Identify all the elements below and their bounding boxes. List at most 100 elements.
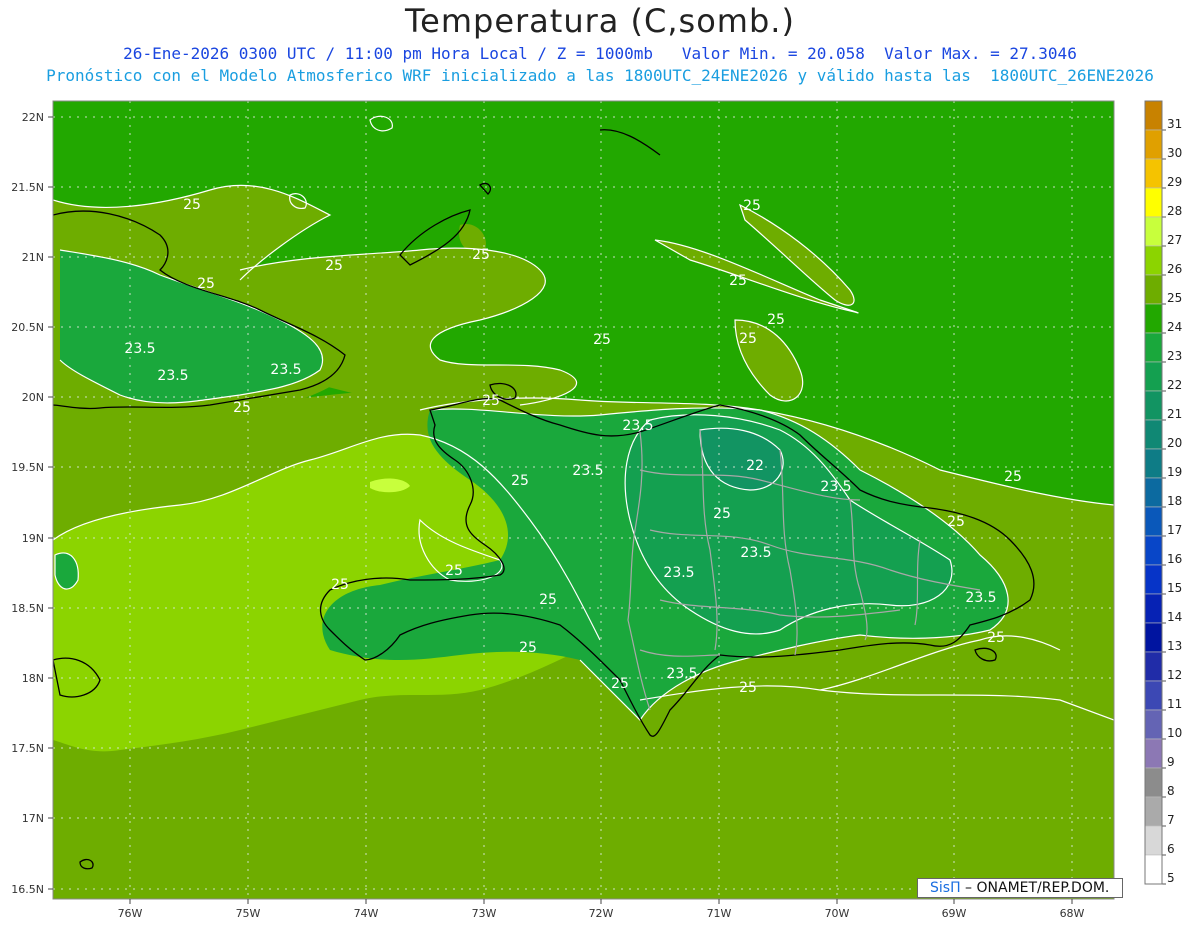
contour-label: 23.5 xyxy=(740,545,771,561)
legend-swatch xyxy=(1144,680,1163,711)
contour-label: 23.5 xyxy=(666,666,697,682)
legend-swatch xyxy=(1144,593,1163,624)
lon-label: 76W xyxy=(118,907,143,920)
credit-box: SisΠ – ONAMET/REP.DOM. xyxy=(917,878,1123,898)
lat-label: 19.5N xyxy=(11,461,44,474)
legend-label: 24 xyxy=(1167,320,1182,334)
lon-label: 74W xyxy=(354,907,379,920)
legend-swatch xyxy=(1144,535,1163,566)
contour-label: 23.5 xyxy=(820,479,851,495)
legend-label: 11 xyxy=(1167,697,1182,711)
contour-label: 23.5 xyxy=(663,565,694,581)
contour-label: 23.5 xyxy=(157,368,188,384)
lon-label: 75W xyxy=(236,907,261,920)
lon-label: 69W xyxy=(942,907,967,920)
contour-label: 25 xyxy=(593,332,611,348)
contour-label: 25 xyxy=(233,400,251,416)
legend-label: 16 xyxy=(1167,552,1182,566)
contour-label: 25 xyxy=(767,312,785,328)
contour-label: 25 xyxy=(739,331,757,347)
lat-label: 18N xyxy=(22,672,44,685)
contour-label: 23.5 xyxy=(965,590,996,606)
contour-label: 25 xyxy=(1004,469,1022,485)
legend-label: 23 xyxy=(1167,349,1182,363)
legend-swatch xyxy=(1144,390,1163,421)
contour-label: 25 xyxy=(713,506,731,522)
legend-swatch xyxy=(1144,448,1163,479)
contour-label: 25 xyxy=(511,473,529,489)
lat-label: 19N xyxy=(22,532,44,545)
color-legend: 31 30 29 28 27 26 25 24 23 22 21 20 19 18 17 16 15 14 13 12… xyxy=(1144,100,1182,885)
legend-label: 14 xyxy=(1167,610,1182,624)
contour-label: 25 xyxy=(519,640,537,656)
lat-label: 18.5N xyxy=(11,602,44,615)
legend-swatch xyxy=(1144,245,1163,276)
legend-label: 5 xyxy=(1167,871,1175,885)
legend-label: 10 xyxy=(1167,726,1182,740)
legend-swatch xyxy=(1144,564,1163,595)
lon-label: 70W xyxy=(825,907,850,920)
contour-label: 25 xyxy=(729,273,747,289)
legend-swatch xyxy=(1144,216,1163,247)
legend-swatch xyxy=(1144,854,1163,885)
legend-swatch xyxy=(1144,274,1163,305)
legend-label: 6 xyxy=(1167,842,1175,856)
lon-label: 72W xyxy=(589,907,614,920)
lon-label: 68W xyxy=(1060,907,1085,920)
legend-label: 20 xyxy=(1167,436,1182,450)
legend-label: 18 xyxy=(1167,494,1182,508)
credit-text: – ONAMET/REP.DOM. xyxy=(960,880,1110,896)
lon-label: 71W xyxy=(707,907,732,920)
legend-label: 12 xyxy=(1167,668,1182,682)
contour-label: 25 xyxy=(987,630,1005,646)
contour-label: 22 xyxy=(746,458,764,474)
legend-swatch xyxy=(1144,361,1163,392)
legend-label: 21 xyxy=(1167,407,1182,421)
legend-label: 31 xyxy=(1167,117,1182,131)
legend-swatch xyxy=(1144,303,1163,334)
contour-label: 23.5 xyxy=(124,341,155,357)
contour-label: 25 xyxy=(539,592,557,608)
legend-label: 22 xyxy=(1167,378,1182,392)
contour-label: 25 xyxy=(445,563,463,579)
legend-swatch xyxy=(1144,738,1163,769)
legend-swatch xyxy=(1144,477,1163,508)
legend-label: 9 xyxy=(1167,755,1175,769)
legend-swatch xyxy=(1144,506,1163,537)
legend-label: 26 xyxy=(1167,262,1182,276)
credit-logo: SisΠ xyxy=(930,880,961,896)
legend-label: 13 xyxy=(1167,639,1182,653)
legend-label: 29 xyxy=(1167,175,1182,189)
legend-swatch xyxy=(1144,796,1163,827)
lat-label: 17N xyxy=(22,812,44,825)
contour-label: 25 xyxy=(331,577,349,593)
contour-label: 25 xyxy=(183,197,201,213)
legend-label: 28 xyxy=(1167,204,1182,218)
lat-label: 21N xyxy=(22,251,44,264)
legend-swatch xyxy=(1144,158,1163,189)
legend-label: 8 xyxy=(1167,784,1175,798)
temperature-map: 25 25 25 25 25 25 25 25 25 25 25 25 25 25 25 25 25 25 25 25… xyxy=(11,100,1182,920)
legend-swatch xyxy=(1144,709,1163,740)
contour-label: 25 xyxy=(947,514,965,530)
contour-label: 25 xyxy=(739,680,757,696)
legend-swatch xyxy=(1144,767,1163,798)
legend-swatch xyxy=(1144,100,1163,131)
contour-label: 25 xyxy=(197,276,215,292)
legend-label: 7 xyxy=(1167,813,1175,827)
lat-label: 20N xyxy=(22,391,44,404)
lon-label: 73W xyxy=(472,907,497,920)
legend-swatch xyxy=(1144,332,1163,363)
legend-label: 27 xyxy=(1167,233,1182,247)
legend-swatch xyxy=(1144,622,1163,653)
lat-label: 20.5N xyxy=(11,321,44,334)
contour-label: 25 xyxy=(482,393,500,409)
lat-label: 17.5N xyxy=(11,742,44,755)
legend-label: 19 xyxy=(1167,465,1182,479)
legend-swatch xyxy=(1144,187,1163,218)
legend-swatch xyxy=(1144,651,1163,682)
contour-label: 25 xyxy=(325,258,343,274)
lat-label: 21.5N xyxy=(11,181,44,194)
legend-swatch xyxy=(1144,419,1163,450)
contour-label: 23.5 xyxy=(572,463,603,479)
